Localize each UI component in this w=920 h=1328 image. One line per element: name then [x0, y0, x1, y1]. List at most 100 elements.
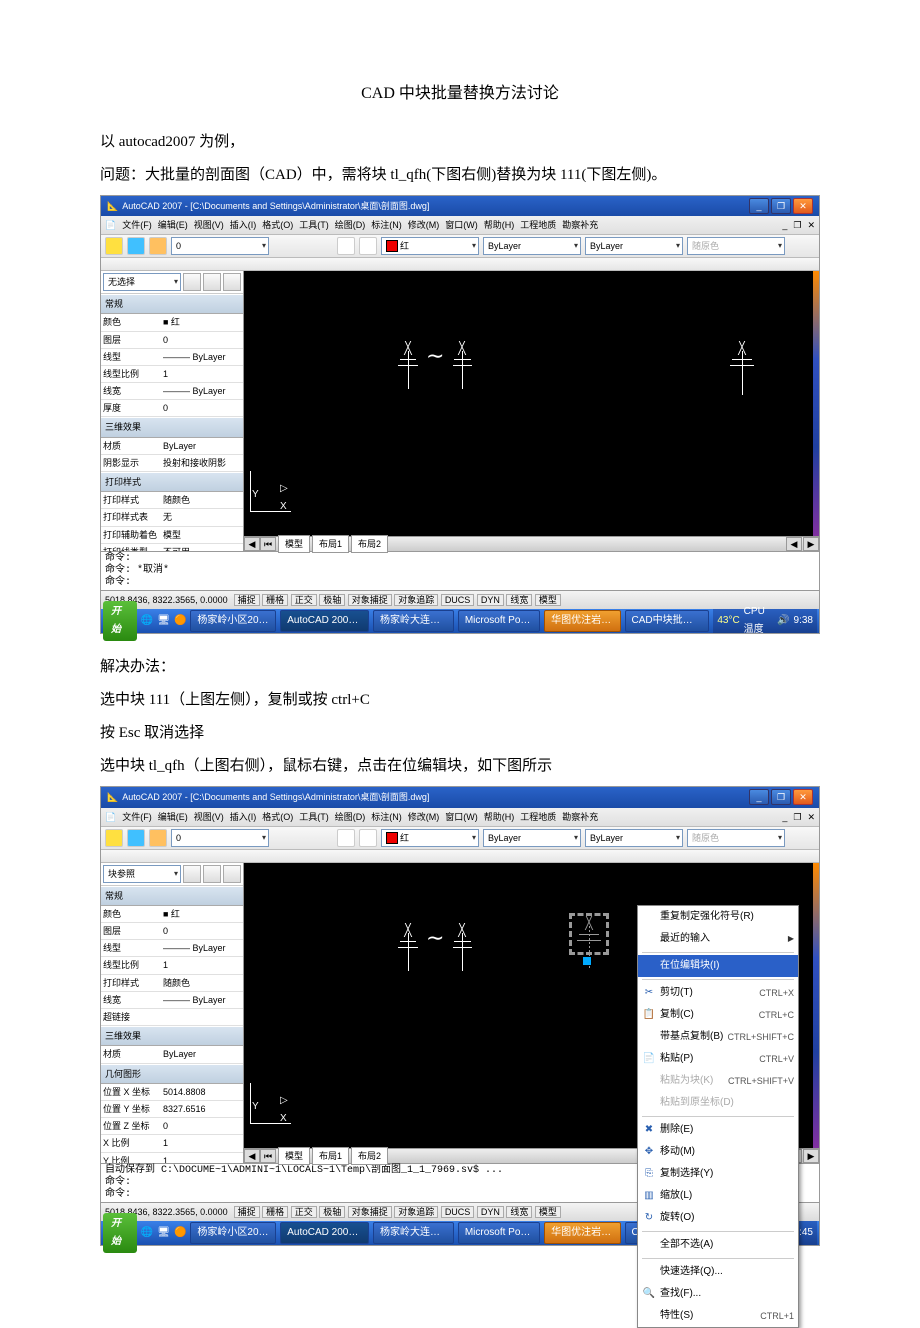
- tab-layout1[interactable]: 布局1: [312, 535, 349, 553]
- prop-value[interactable]: 1: [161, 1153, 243, 1163]
- menu-edit[interactable]: 编辑(E): [158, 809, 188, 825]
- linetype-combo[interactable]: ByLayer: [483, 829, 581, 847]
- prop-value[interactable]: 不可用: [161, 544, 243, 551]
- scroll-edge[interactable]: [813, 271, 819, 536]
- status-toggle[interactable]: 正交: [291, 1206, 317, 1218]
- tb-color-icon[interactable]: [337, 829, 355, 847]
- quicklaunch-ie-icon[interactable]: 🌐: [141, 612, 153, 630]
- tb-paint-icon[interactable]: [359, 829, 377, 847]
- minimize-button[interactable]: _: [749, 198, 769, 214]
- status-toggle[interactable]: 线宽: [506, 1206, 532, 1218]
- status-toggle[interactable]: 极轴: [319, 594, 345, 606]
- prop-value[interactable]: ——— ByLayer: [161, 383, 243, 399]
- prop-value[interactable]: 0: [161, 332, 243, 348]
- ctx-item[interactable]: 全部不选(A): [638, 1234, 798, 1256]
- tb-layer-icon[interactable]: [105, 237, 123, 255]
- prop-value[interactable]: 1: [161, 1135, 243, 1151]
- task-6[interactable]: CAD中块批量替...: [625, 610, 710, 632]
- section-3d[interactable]: 三维效果: [101, 417, 243, 437]
- prop-value[interactable]: 0: [161, 400, 243, 416]
- task-4[interactable]: Microsoft Powe...: [458, 1222, 540, 1244]
- menu-geo[interactable]: 工程地质: [520, 217, 556, 233]
- block-111-2[interactable]: ∼: [394, 923, 476, 953]
- task-5[interactable]: 华图优注岩专业: [544, 610, 620, 632]
- drawing-area[interactable]: ∼ Y ▷ X ◀ ⏮ 模型 布局1 布局2: [244, 271, 819, 551]
- status-toggle[interactable]: 捕捉: [234, 1206, 260, 1218]
- tb-lock-icon[interactable]: [149, 829, 167, 847]
- ctx-item[interactable]: ✂剪切(T)CTRL+X: [638, 982, 798, 1004]
- status-toggle[interactable]: DYN: [477, 594, 504, 606]
- section-general[interactable]: 常规: [101, 294, 243, 314]
- tab-prev-icon[interactable]: ◀: [244, 1149, 260, 1163]
- minimize-button[interactable]: _: [749, 789, 769, 805]
- prop-row[interactable]: 线宽——— ByLayer: [101, 383, 243, 400]
- close-button[interactable]: ✕: [793, 198, 813, 214]
- section-plot[interactable]: 打印样式: [101, 472, 243, 492]
- tb-paint-icon[interactable]: [359, 237, 377, 255]
- task-3[interactable]: 杨家岭大连冈w...: [373, 1222, 454, 1244]
- prop-value[interactable]: ByLayer: [161, 438, 243, 454]
- prop-row[interactable]: 打印样式随颜色: [101, 975, 243, 992]
- ctx-item[interactable]: 带基点复制(B)CTRL+SHIFT+C: [638, 1026, 798, 1048]
- tb-freeze-icon[interactable]: [127, 829, 145, 847]
- prop-row[interactable]: 线宽——— ByLayer: [101, 992, 243, 1009]
- prop-row[interactable]: 线型比例1: [101, 366, 243, 383]
- doc-min-icon[interactable]: _: [782, 217, 787, 233]
- plotstyle-combo[interactable]: 随原色: [687, 237, 785, 255]
- status-toggle[interactable]: 极轴: [319, 1206, 345, 1218]
- prop-row[interactable]: 打印样式表无: [101, 509, 243, 526]
- prop-value[interactable]: 投射和接收阴影: [161, 455, 243, 471]
- prop-row[interactable]: 打印辅助着色模型: [101, 527, 243, 544]
- prop-row[interactable]: 图层0: [101, 923, 243, 940]
- prop-row[interactable]: 图层0: [101, 332, 243, 349]
- tab-layout1[interactable]: 布局1: [312, 1147, 349, 1165]
- section-general[interactable]: 常规: [101, 886, 243, 906]
- menu-file[interactable]: 文件(F): [122, 809, 152, 825]
- ctx-item[interactable]: ✥移动(M): [638, 1141, 798, 1163]
- prop-row[interactable]: 位置 Z 坐标0: [101, 1118, 243, 1135]
- prop-value[interactable]: 0: [161, 923, 243, 939]
- task-autocad[interactable]: AutoCAD 2007 - ...: [280, 1222, 369, 1244]
- status-toggle[interactable]: 栅格: [262, 1206, 288, 1218]
- scroll-right-icon[interactable]: ▶: [803, 537, 819, 551]
- prop-row[interactable]: 打印线类型不可用: [101, 544, 243, 551]
- tab-prev-icon[interactable]: ◀: [244, 537, 260, 551]
- menu-survey[interactable]: 勘察补充: [562, 809, 598, 825]
- menu-dim[interactable]: 标注(N): [371, 809, 402, 825]
- ctx-item[interactable]: ⎘复制选择(Y): [638, 1163, 798, 1185]
- task-1[interactable]: 杨家岭小区2015...: [190, 1222, 276, 1244]
- menu-format[interactable]: 格式(O): [262, 809, 293, 825]
- doc-min-icon[interactable]: _: [782, 809, 787, 825]
- ctx-item[interactable]: 重复制定强化符号(R): [638, 906, 798, 928]
- menu-draw[interactable]: 绘图(D): [335, 217, 366, 233]
- status-toggle[interactable]: DYN: [477, 1206, 504, 1218]
- doc-max-icon[interactable]: ❐: [793, 217, 801, 233]
- palette-btn-3[interactable]: [223, 273, 241, 291]
- doc-close-icon[interactable]: ✕: [807, 217, 815, 233]
- menu-tools[interactable]: 工具(T): [299, 217, 329, 233]
- prop-row[interactable]: 位置 X 坐标5014.8808: [101, 1084, 243, 1101]
- block-tl-qfh[interactable]: [725, 341, 759, 377]
- prop-value[interactable]: 0: [161, 1118, 243, 1134]
- prop-row[interactable]: 厚度0: [101, 400, 243, 417]
- menu-modify[interactable]: 修改(M): [408, 217, 440, 233]
- status-toggle[interactable]: 对象捕捉: [348, 1206, 392, 1218]
- quicklaunch-desktop-icon[interactable]: 🖥: [157, 612, 170, 630]
- scroll-edge[interactable]: [813, 863, 819, 1148]
- tab-layout2[interactable]: 布局2: [351, 535, 388, 553]
- tb-color-icon[interactable]: [337, 237, 355, 255]
- ctx-item[interactable]: 快速选择(Q)...: [638, 1261, 798, 1283]
- palette-btn-1[interactable]: [183, 273, 201, 291]
- prop-value[interactable]: ——— ByLayer: [161, 940, 243, 956]
- status-toggle[interactable]: DUCS: [441, 594, 475, 606]
- prop-value[interactable]: [161, 1009, 243, 1025]
- color-combo[interactable]: 红: [381, 829, 479, 847]
- ctx-item[interactable]: 最近的输入▶: [638, 928, 798, 950]
- ctx-item[interactable]: 📄粘贴(P)CTRL+V: [638, 1048, 798, 1070]
- scroll-right-icon[interactable]: ▶: [803, 1149, 819, 1163]
- ctx-item[interactable]: 在位编辑块(I): [638, 955, 798, 977]
- menu-survey[interactable]: 勘察补充: [562, 217, 598, 233]
- tab-model[interactable]: 模型: [278, 535, 310, 553]
- menu-modify[interactable]: 修改(M): [408, 809, 440, 825]
- prop-row[interactable]: 阴影显示投射和接收阴影: [101, 455, 243, 472]
